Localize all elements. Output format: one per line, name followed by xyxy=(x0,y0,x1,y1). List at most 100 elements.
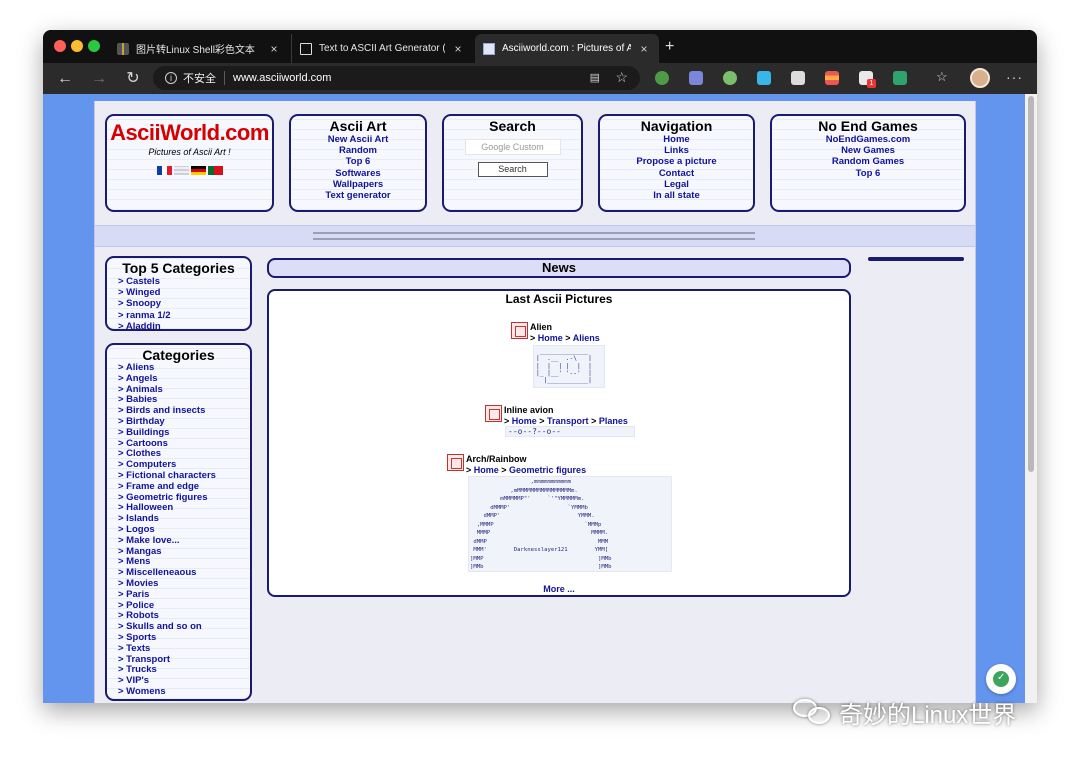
search-input[interactable]: Google Custom xyxy=(464,139,561,155)
back-button[interactable]: ← xyxy=(55,69,75,89)
link-random-games[interactable]: Random Games xyxy=(772,156,964,167)
link-propose-picture[interactable]: Propose a picture xyxy=(600,156,753,167)
category-item[interactable]: > Angels xyxy=(107,373,250,385)
extension-icon[interactable] xyxy=(723,71,737,85)
browser-toolbar: ← → ↻ i 不安全 www.asciiworld.com ▤ ☆ 1 ☆ ·… xyxy=(43,63,1037,94)
ascii-art-alien[interactable]: _____________ | .__ .-\ | | | | | | | |_… xyxy=(533,345,605,388)
reload-button[interactable]: ↻ xyxy=(123,69,143,89)
tab-title: Text to ASCII Art Generator (TAAG) xyxy=(319,43,445,54)
close-window-button[interactable] xyxy=(54,40,66,52)
link-home[interactable]: Home xyxy=(600,134,753,145)
extension-icon[interactable] xyxy=(791,71,805,85)
link-new-ascii-art[interactable]: New Ascii Art xyxy=(291,134,425,145)
extension-icon[interactable] xyxy=(893,71,907,85)
picture-title[interactable]: Arch/Rainbow xyxy=(466,454,527,464)
picture-title[interactable]: Alien xyxy=(530,322,552,332)
breadcrumb-home[interactable]: Home xyxy=(538,333,563,343)
reader-mode-icon[interactable]: ▤ xyxy=(590,71,600,84)
breadcrumb-subcategory[interactable]: Planes xyxy=(599,416,628,426)
extension-icon[interactable] xyxy=(825,71,839,85)
category-item[interactable]: > Womens xyxy=(107,686,250,698)
close-tab-icon[interactable]: × xyxy=(637,42,651,56)
ascii-art-text: --o--?--o-- xyxy=(508,427,561,436)
profile-avatar[interactable] xyxy=(970,68,990,88)
more-pictures-link[interactable]: More ... xyxy=(269,584,849,594)
breadcrumb-category[interactable]: Geometric figures xyxy=(509,465,586,475)
games-menu: No End Games NoEndGames.com New Games Ra… xyxy=(770,114,966,212)
breadcrumb-home[interactable]: Home xyxy=(512,416,537,426)
top5-item[interactable]: > Aladdin xyxy=(107,321,250,332)
ascii-art-inline-avion[interactable]: --o--?--o-- xyxy=(505,426,635,437)
category-item[interactable]: > Make love... xyxy=(107,535,250,547)
site-logo[interactable]: AsciiWorld.com xyxy=(107,120,272,146)
flag-fr-icon[interactable] xyxy=(156,166,172,175)
right-column-rule xyxy=(868,257,964,261)
breadcrumb-category[interactable]: Transport xyxy=(547,416,589,426)
link-top6[interactable]: Top 6 xyxy=(291,156,425,167)
zoom-window-button[interactable] xyxy=(88,40,100,52)
picture-thumbnail-icon[interactable] xyxy=(485,405,502,422)
extension-icon[interactable]: 1 xyxy=(859,71,876,88)
tab-asciiworld[interactable]: Asciiworld.com : Pictures of Ascii Art × xyxy=(475,34,659,63)
picture-thumbnail-icon[interactable] xyxy=(511,322,528,339)
top5-heading: Top 5 Categories xyxy=(122,260,235,276)
breadcrumb-home[interactable]: Home xyxy=(474,465,499,475)
picture-thumbnail-icon[interactable] xyxy=(447,454,464,471)
flag-pt-icon[interactable] xyxy=(207,166,223,175)
category-item[interactable]: > Frame and edge xyxy=(107,481,250,493)
last-pictures-panel: Last Ascii Pictures Alien > Home > Alien… xyxy=(267,289,851,597)
link-games-top6[interactable]: Top 6 xyxy=(772,168,964,179)
page-scrollbar[interactable] xyxy=(1025,94,1037,703)
flag-uk-icon[interactable] xyxy=(173,166,189,175)
search-box: Search Google Custom Search xyxy=(442,114,583,212)
category-item[interactable]: > Paris xyxy=(107,589,250,601)
bookmark-star-icon[interactable]: ☆ xyxy=(615,69,628,86)
new-tab-button[interactable]: + xyxy=(665,38,674,56)
minimize-window-button[interactable] xyxy=(71,40,83,52)
evernote-extension-icon[interactable] xyxy=(655,71,669,85)
security-shield-icon[interactable]: ✓ xyxy=(986,664,1016,694)
divider-line xyxy=(313,232,755,234)
page-viewport: AsciiWorld.com Pictures of Ascii Art ! A… xyxy=(43,94,1037,703)
language-flags xyxy=(107,166,272,175)
forward-button[interactable]: → xyxy=(89,69,109,89)
info-icon[interactable]: i xyxy=(165,72,177,84)
address-bar[interactable]: i 不安全 www.asciiworld.com ▤ ☆ xyxy=(153,66,640,90)
breadcrumb-category[interactable]: Aliens xyxy=(573,333,600,343)
wechat-icon xyxy=(793,699,833,725)
ascii-art-text: _____________ | .__ .-\ | | | | | | | |_… xyxy=(536,348,592,385)
category-item[interactable]: > Texts xyxy=(107,643,250,655)
ascii-art-arch-rainbow[interactable]: ,mmmmmmmmmmm ,mMMMMMMMMMMMMMMMMm. mMMMMM… xyxy=(468,476,672,572)
extension-icon[interactable] xyxy=(757,71,771,85)
link-contact[interactable]: Contact xyxy=(600,168,753,179)
tab-image-to-shell[interactable]: 图片转Linux Shell彩色文本 × xyxy=(109,34,289,63)
link-softwares[interactable]: Softwares xyxy=(291,168,425,179)
extension-icon[interactable] xyxy=(689,71,703,85)
top5-item[interactable]: > ranma 1/2 xyxy=(107,310,250,321)
close-tab-icon[interactable]: × xyxy=(267,42,281,56)
link-noendgames[interactable]: NoEndGames.com xyxy=(772,134,964,145)
link-new-games[interactable]: New Games xyxy=(772,145,964,156)
link-text-generator[interactable]: Text generator xyxy=(291,190,425,201)
picture-title[interactable]: Inline avion xyxy=(504,405,554,415)
collections-icon[interactable]: ☆ xyxy=(936,69,950,84)
more-menu-icon[interactable]: ··· xyxy=(1006,69,1023,85)
category-item[interactable]: > Buildings xyxy=(107,427,250,439)
url-text[interactable]: www.asciiworld.com xyxy=(233,72,331,84)
link-wallpapers[interactable]: Wallpapers xyxy=(291,179,425,190)
top5-item[interactable]: > Winged xyxy=(107,287,250,298)
link-links[interactable]: Links xyxy=(600,145,753,156)
categories-list: > Aliens > Angels > Animals > Babies > Birds… xyxy=(107,362,250,698)
top5-item[interactable]: > Snoopy xyxy=(107,298,250,309)
navigation-heading: Navigation xyxy=(640,118,713,134)
search-button[interactable]: Search xyxy=(477,162,548,177)
top5-item[interactable]: > Castels xyxy=(107,276,250,287)
tab-taag[interactable]: Text to ASCII Art Generator (TAAG) × xyxy=(291,34,473,63)
link-in-all-state[interactable]: In all state xyxy=(600,190,753,201)
navigation-menu: Navigation Home Links Propose a picture … xyxy=(598,114,755,212)
link-random[interactable]: Random xyxy=(291,145,425,156)
flag-de-icon[interactable] xyxy=(190,166,206,175)
link-legal[interactable]: Legal xyxy=(600,179,753,190)
scrollbar-thumb[interactable] xyxy=(1028,96,1034,472)
close-tab-icon[interactable]: × xyxy=(451,42,465,56)
